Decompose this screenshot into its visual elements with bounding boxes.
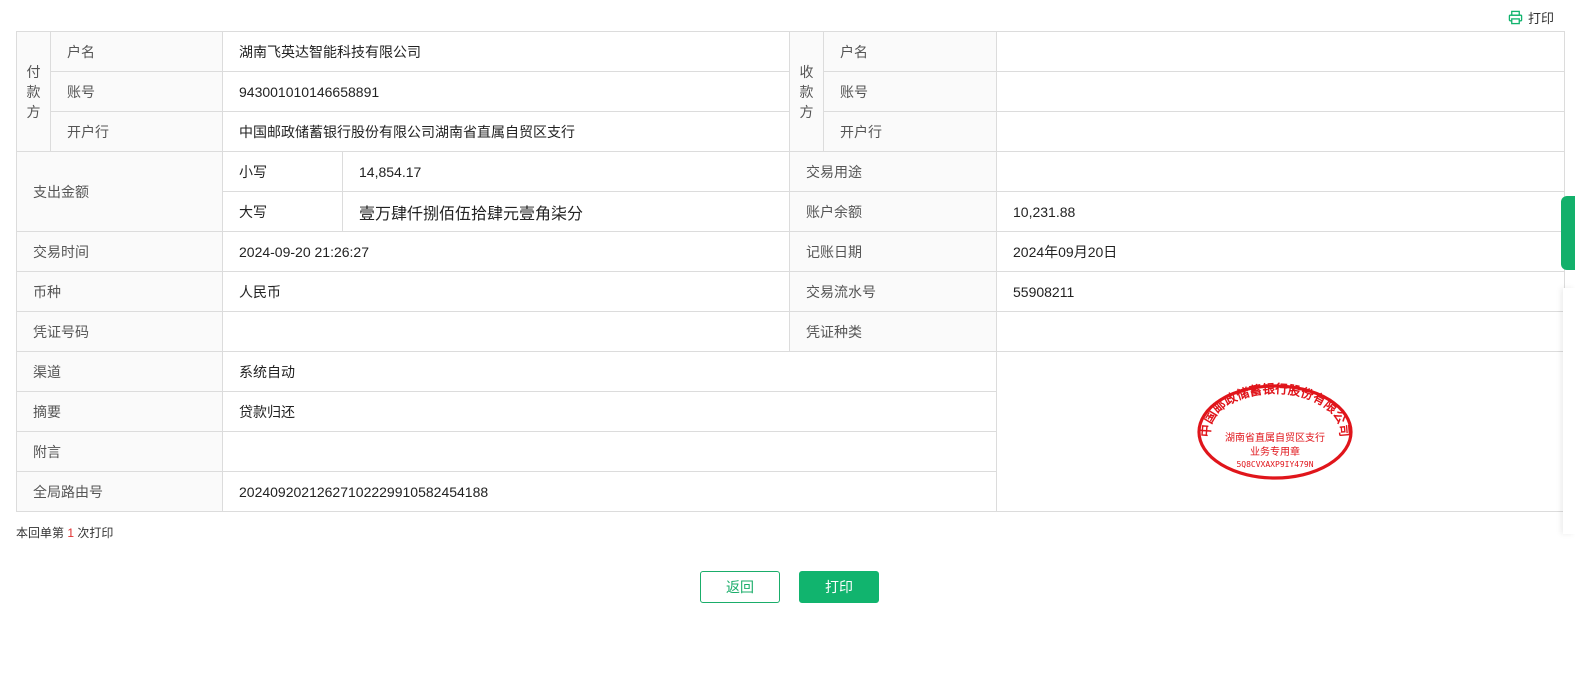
payee-account	[996, 71, 1565, 112]
serial-value: 55908211	[996, 271, 1565, 312]
summary-value: 贷款归还	[222, 391, 997, 432]
payer-bank-label: 开户行	[50, 111, 223, 152]
payee-bank	[996, 111, 1565, 152]
voucher-type-label: 凭证种类	[789, 311, 997, 352]
payee-bank-label: 开户行	[823, 111, 997, 152]
payee-account-label: 账号	[823, 71, 997, 112]
print-count-post: 次打印	[77, 526, 114, 540]
seal-code: 5Q8CVXAXP9IY479N	[1236, 460, 1313, 469]
bank-seal: 中国邮政储蓄银行股份有限公司 湖南省直属自贸区支行 业务专用章 5Q8CVXAX…	[1196, 381, 1353, 480]
time-value: 2024-09-20 21:26:27	[222, 231, 790, 272]
payer-name-label: 户名	[50, 31, 223, 72]
channel-label: 渠道	[16, 351, 223, 392]
summary-label: 摘要	[16, 391, 223, 432]
payee-name	[996, 31, 1565, 72]
amount-lower: 14,854.17	[342, 151, 790, 192]
table-row: 交易时间 2024-09-20 21:26:27 记账日期 2024年09月20…	[16, 231, 1565, 272]
voucher-type-value	[996, 311, 1565, 352]
seal-line1: 湖南省直属自贸区支行	[1225, 431, 1325, 444]
payee-name-label: 户名	[823, 31, 997, 72]
book-date-value: 2024年09月20日	[996, 231, 1565, 272]
payer-bank: 中国邮政储蓄银行股份有限公司湖南省直属自贸区支行	[222, 111, 790, 152]
table-row: 币种 人民币 交易流水号 55908211	[16, 271, 1565, 312]
serial-label: 交易流水号	[789, 271, 997, 312]
table-row: 大写 壹万肆仟捌佰伍拾肆元壹角柒分 账户余额 10,231.88	[17, 191, 1565, 232]
currency-label: 币种	[16, 271, 223, 312]
seal-line2: 业务专用章	[1250, 445, 1300, 458]
purpose-label: 交易用途	[789, 151, 997, 192]
remark-value	[222, 431, 997, 472]
stamp-cell: 中国邮政储蓄银行股份有限公司 湖南省直属自贸区支行 业务专用章 5Q8CVXAX…	[996, 351, 1565, 512]
svg-text:中国邮政储蓄银行股份有限公司: 中国邮政储蓄银行股份有限公司	[1197, 381, 1352, 437]
table-row: 渠道 系统自动 中国邮政储蓄银行股份有限公司 湖南省直属自贸区支行 业务专用章 …	[16, 351, 1565, 512]
print-count-number: 1	[67, 526, 75, 540]
amount-lower-label: 小写	[222, 151, 343, 192]
printer-icon	[1508, 10, 1523, 24]
top-print-label: 打印	[1527, 10, 1554, 26]
payer-account-label: 账号	[50, 71, 223, 112]
payer-name: 湖南飞英达智能科技有限公司	[222, 31, 790, 72]
currency-value: 人民币	[222, 271, 790, 312]
purpose-value	[996, 151, 1565, 192]
voucher-no-value	[222, 311, 790, 352]
table-row: 支出金额 小写 14,854.17 交易用途	[16, 151, 1565, 232]
print-button[interactable]: 打印	[799, 571, 879, 603]
print-count-note: 本回单第 1 次打印	[16, 524, 113, 541]
remark-label: 附言	[16, 431, 223, 472]
table-row: 凭证号码 凭证种类	[16, 311, 1565, 352]
route-label: 全局路由号	[16, 471, 223, 512]
seal-ring-text: 中国邮政储蓄银行股份有限公司	[1197, 381, 1352, 437]
book-date-label: 记账日期	[789, 231, 997, 272]
time-label: 交易时间	[16, 231, 223, 272]
payee-side-label: 收款方	[789, 31, 824, 152]
payer-side-label: 付款方	[16, 31, 51, 152]
side-float-panel	[1563, 288, 1575, 534]
top-print-button[interactable]: 打印	[1508, 6, 1554, 28]
table-row: 付款方 户名 湖南飞英达智能科技有限公司 收款方 户名	[16, 31, 1565, 152]
route-value: 20240920212627102229910582454188	[222, 471, 997, 512]
balance-label: 账户余额	[789, 191, 997, 232]
back-button[interactable]: 返回	[700, 571, 780, 603]
amount-upper-label: 大写	[222, 191, 343, 232]
channel-value: 系统自动	[222, 351, 997, 392]
amount-label: 支出金额	[16, 151, 223, 232]
balance-value: 10,231.88	[996, 191, 1565, 232]
voucher-no-label: 凭证号码	[16, 311, 223, 352]
amount-upper: 壹万肆仟捌佰伍拾肆元壹角柒分	[342, 191, 790, 232]
side-float-tab[interactable]	[1561, 196, 1575, 270]
receipt-table: 付款方 户名 湖南飞英达智能科技有限公司 收款方 户名 账号 943001010…	[16, 31, 1565, 512]
payer-account: 943001010146658891	[222, 71, 790, 112]
print-count-pre: 本回单第	[16, 526, 65, 540]
